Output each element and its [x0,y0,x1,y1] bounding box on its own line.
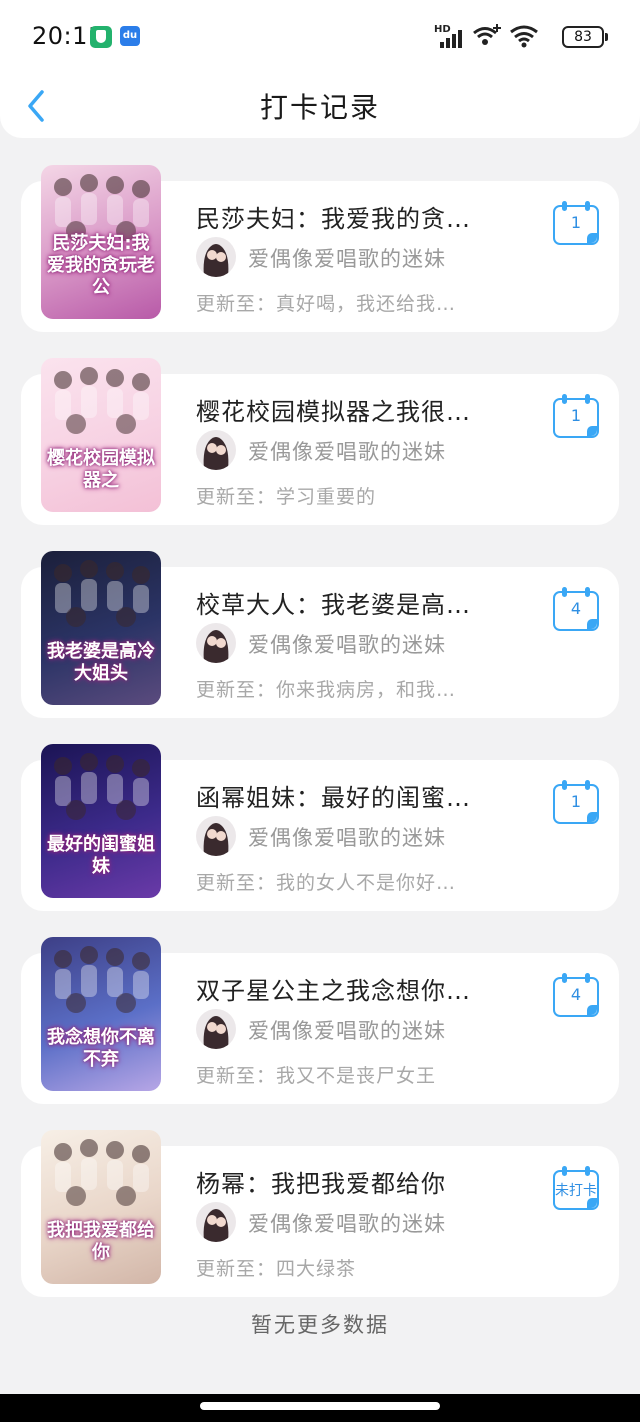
checkin-calendar-button[interactable]: 4 [553,587,599,631]
book-title[interactable]: 樱花校园模拟器之我很… [196,392,526,427]
calendar-ring [585,780,590,790]
cell-signal-icon [440,30,462,48]
baidu-app-icon: du [120,26,140,46]
header: 打卡记录 [0,72,640,138]
book-cover[interactable]: 我念想你不离不弃 [41,937,161,1091]
author-avatar [196,623,236,663]
book-cover[interactable]: 我老婆是高冷大姐头 [41,551,161,705]
page-title: 打卡记录 [259,91,380,124]
cover-title-text: 我老婆是高冷大姐头 [47,641,155,684]
book-card[interactable]: 我念想你不离不弃 双子星公主之我念想你… 爱偶像爱唱歌的迷妹 更新至：我又不是丧… [21,937,619,1104]
book-title[interactable]: 校草大人：我老婆是高… [196,585,526,620]
author-name: 爱偶像爱唱歌的迷妹 [248,247,446,271]
security-app-icon [90,26,112,48]
update-status: 更新至：四大绿茶 [196,1258,357,1280]
calendar-ring [562,973,567,983]
battery-indicator: 83 [562,26,608,48]
author-avatar [196,1009,236,1049]
book-title[interactable]: 民莎夫妇：我爱我的贪… [196,199,526,234]
checkin-calendar-button[interactable]: 1 [553,394,599,438]
checkin-count: 1 [570,213,582,232]
navigation-bar [0,1394,640,1422]
calendar-ring [562,201,567,211]
wifi-plus-icon [473,24,501,45]
book-cover[interactable]: 樱花校园模拟器之 [41,358,161,512]
update-status: 更新至：我又不是丧尸女王 [196,1065,437,1087]
book-cover[interactable]: 最好的闺蜜姐妹 [41,744,161,898]
author-avatar [196,430,236,470]
book-title[interactable]: 双子星公主之我念想你… [196,971,526,1006]
calendar-ring [585,1166,590,1176]
checkin-count: 未打卡 [555,1183,597,1199]
author-name: 爱偶像爱唱歌的迷妹 [248,826,446,850]
author-avatar [196,1202,236,1242]
status-bar: 20:11 du HD 83 [0,0,640,72]
checkin-calendar-button[interactable]: 未打卡 [553,1166,599,1210]
wifi-icon [510,25,538,48]
book-card[interactable]: 我老婆是高冷大姐头 校草大人：我老婆是高… 爱偶像爱唱歌的迷妹 更新至：你来我病… [21,551,619,718]
update-status: 更新至：真好喝，我还给我… [196,293,457,315]
calendar-ring [585,587,590,597]
checkin-calendar-button[interactable]: 4 [553,973,599,1017]
book-title[interactable]: 函幂姐妹：最好的闺蜜… [196,778,526,813]
calendar-ring [562,394,567,404]
calendar-ring [585,973,590,983]
cover-title-text: 民莎夫妇:我爱我的贪玩老公 [47,233,155,298]
status-icons: HD 83 [434,22,608,52]
checkin-calendar-button[interactable]: 1 [553,201,599,245]
calendar-ring [585,201,590,211]
update-status: 更新至：学习重要的 [196,486,377,508]
cover-title-text: 樱花校园模拟器之 [47,448,155,491]
book-card[interactable]: 我把我爱都给你 杨幂：我把我爱都给你 爱偶像爱唱歌的迷妹 更新至：四大绿茶 未打… [21,1130,619,1297]
cover-title-text: 最好的闺蜜姐妹 [47,834,155,877]
checkin-count: 4 [570,599,582,618]
book-card[interactable]: 民莎夫妇:我爱我的贪玩老公 民莎夫妇：我爱我的贪… 爱偶像爱唱歌的迷妹 更新至：… [21,165,619,332]
book-title[interactable]: 杨幂：我把我爱都给你 [196,1164,526,1199]
author-name: 爱偶像爱唱歌的迷妹 [248,633,446,657]
cover-title-text: 我把我爱都给你 [47,1220,155,1263]
cover-title-text: 我念想你不离不弃 [47,1027,155,1070]
author-name: 爱偶像爱唱歌的迷妹 [248,440,446,464]
calendar-ring [585,394,590,404]
no-more-data-text: 暂无更多数据 [251,1313,389,1337]
book-cover[interactable]: 民莎夫妇:我爱我的贪玩老公 [41,165,161,319]
book-card[interactable]: 最好的闺蜜姐妹 函幂姐妹：最好的闺蜜… 爱偶像爱唱歌的迷妹 更新至：我的女人不是… [21,744,619,911]
checkin-calendar-button[interactable]: 1 [553,780,599,824]
author-avatar [196,816,236,856]
update-status: 更新至：你来我病房，和我… [196,679,457,701]
calendar-ring [562,587,567,597]
author-name: 爱偶像爱唱歌的迷妹 [248,1019,446,1043]
book-card[interactable]: 樱花校园模拟器之 樱花校园模拟器之我很… 爱偶像爱唱歌的迷妹 更新至：学习重要的… [21,358,619,525]
home-indicator[interactable] [200,1402,440,1410]
author-avatar [196,237,236,277]
calendar-ring [562,1166,567,1176]
calendar-ring [562,780,567,790]
checkin-count: 1 [570,792,582,811]
author-name: 爱偶像爱唱歌的迷妹 [248,1212,446,1236]
update-status: 更新至：我的女人不是你好… [196,872,457,894]
checkin-count: 1 [570,406,582,425]
book-cover[interactable]: 我把我爱都给你 [41,1130,161,1284]
checkin-count: 4 [570,985,582,1004]
